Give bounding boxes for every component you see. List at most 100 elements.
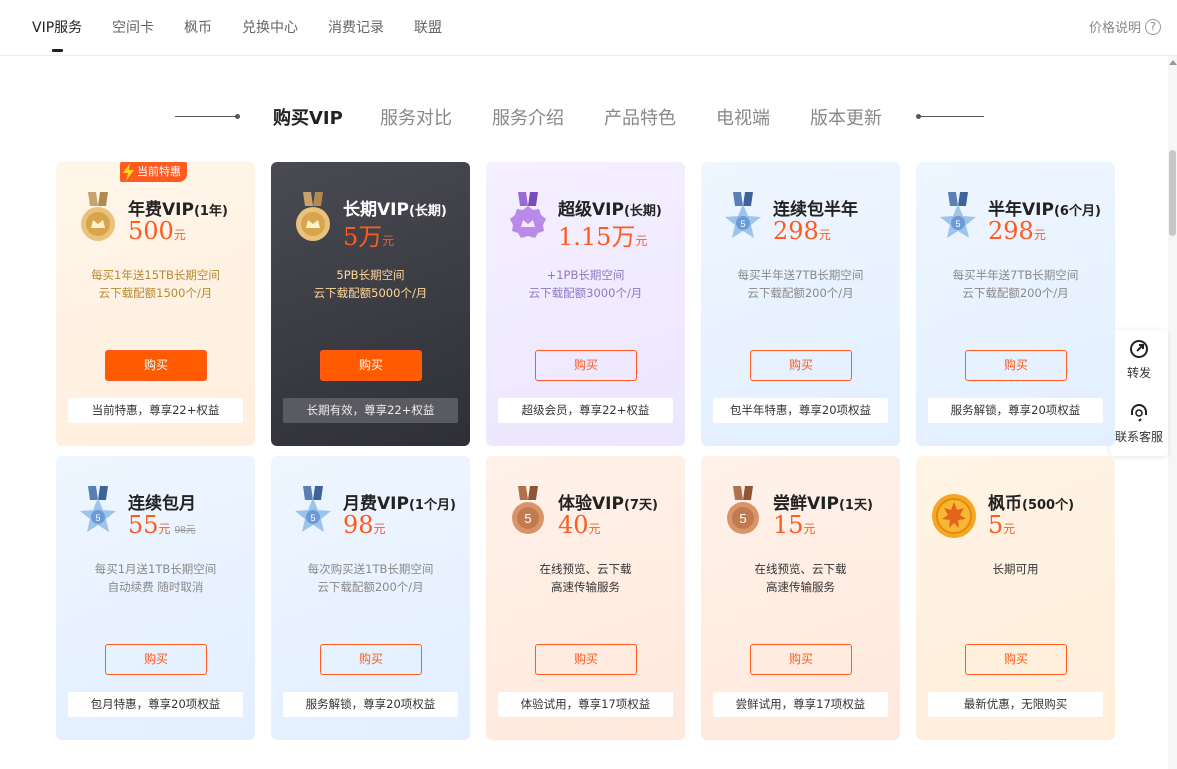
section-tv[interactable]: 电视端 bbox=[716, 104, 770, 130]
description-line: 云下载配额200个/月 bbox=[747, 286, 854, 300]
bronze-medal-icon: 5 bbox=[508, 486, 548, 538]
buy-button[interactable]: 购买 bbox=[750, 350, 852, 381]
plan-duration: (6个月) bbox=[1053, 204, 1101, 219]
price-unit: 元 bbox=[803, 522, 816, 536]
customer-service-button[interactable]: 联系客服 bbox=[1110, 402, 1168, 445]
buy-button[interactable]: 购买 bbox=[320, 350, 422, 381]
plan-price: 40元 bbox=[558, 511, 601, 539]
blue-star-medal-icon: 5 bbox=[723, 192, 763, 244]
price-help-label: 价格说明 bbox=[1088, 21, 1141, 36]
plan-description: 在线预览、云下载 高速传输服务 bbox=[486, 560, 685, 596]
plan-price: 298元 bbox=[988, 217, 1046, 245]
tab-maple-coin[interactable]: 枫币 bbox=[184, 17, 212, 37]
svg-text:5: 5 bbox=[740, 219, 745, 229]
buy-button[interactable]: 购买 bbox=[750, 644, 852, 675]
tab-alliance[interactable]: 联盟 bbox=[414, 17, 442, 37]
price-help-link[interactable]: 价格说明 ? bbox=[1089, 17, 1161, 36]
description-line: 在线预览、云下载 bbox=[754, 562, 847, 576]
tab-space-card[interactable]: 空间卡 bbox=[112, 17, 154, 37]
blue-star-medal-icon: 5 bbox=[293, 486, 333, 538]
benefit-footer: 包月特惠，尊享20项权益 bbox=[68, 692, 243, 717]
description-line: 自动续费 随时取消 bbox=[107, 580, 204, 594]
description-line: 每买1年送15TB长期空间 bbox=[91, 268, 220, 282]
special-offer-tag: 当前特惠 bbox=[120, 162, 187, 182]
gold-crown-medal-icon bbox=[293, 192, 333, 244]
blue-star-medal-icon: 5 bbox=[78, 486, 118, 538]
buy-button[interactable]: 购买 bbox=[105, 350, 207, 381]
plan-price: 298元 bbox=[773, 217, 831, 245]
gold-medal-icon bbox=[78, 192, 118, 244]
buy-button[interactable]: 购买 bbox=[965, 350, 1067, 381]
section-intro[interactable]: 服务介绍 bbox=[492, 104, 564, 130]
divider-line bbox=[175, 116, 237, 117]
blue-star-medal-icon: 5 bbox=[938, 192, 978, 244]
svg-text:5: 5 bbox=[739, 511, 746, 526]
price-unit: 元 bbox=[1033, 228, 1046, 242]
tab-vip-service[interactable]: VIP服务 bbox=[32, 17, 82, 37]
bronze-medal-icon: 5 bbox=[723, 486, 763, 538]
buy-button[interactable]: 购买 bbox=[535, 350, 637, 381]
scrollbar[interactable] bbox=[1168, 56, 1177, 769]
benefit-footer: 服务解锁，尊享20项权益 bbox=[928, 398, 1103, 423]
section-features[interactable]: 产品特色 bbox=[604, 104, 676, 130]
plan-description: 每次购买送1TB长期空间 云下载配额200个/月 bbox=[271, 560, 470, 596]
buy-button[interactable]: 购买 bbox=[320, 644, 422, 675]
plan-duration: (长期) bbox=[408, 204, 447, 219]
benefit-footer: 服务解锁，尊享20项权益 bbox=[283, 692, 458, 717]
plan-price: 15元 bbox=[773, 511, 816, 539]
svg-text:5: 5 bbox=[524, 511, 531, 526]
svg-text:5: 5 bbox=[955, 219, 960, 229]
vip-card: 5 尝鲜VIP(1天) 15元 在线预览、云下载 高速传输服务 购买 尝鲜试用，… bbox=[701, 456, 900, 740]
description-line: 云下载配额1500个/月 bbox=[98, 286, 213, 300]
lightning-icon bbox=[123, 163, 134, 181]
buy-button[interactable]: 购买 bbox=[535, 644, 637, 675]
price-unit: 元 bbox=[373, 522, 386, 536]
svg-text:5: 5 bbox=[95, 513, 100, 523]
buy-button[interactable]: 购买 bbox=[105, 644, 207, 675]
description-line: 云下载配额200个/月 bbox=[962, 286, 1069, 300]
maple-coin-icon bbox=[930, 492, 978, 540]
vip-card: 当前特惠 年费VIP(1年) 500元 每买1年送15TB长期空间 云下载配额1… bbox=[56, 162, 255, 446]
section-nav: 购买VIP 服务对比 服务介绍 产品特色 电视端 版本更新 bbox=[0, 104, 1160, 130]
description-line: 每次购买送1TB长期空间 bbox=[307, 562, 434, 576]
section-compare[interactable]: 服务对比 bbox=[380, 104, 452, 130]
plan-description: 在线预览、云下载 高速传输服务 bbox=[701, 560, 900, 596]
description-line: +1PB长期空间 bbox=[546, 268, 625, 282]
plan-duration: (1天) bbox=[838, 498, 873, 513]
description-line: 长期可用 bbox=[992, 562, 1039, 576]
price-unit: 元 bbox=[818, 228, 831, 242]
description-line: 云下载配额200个/月 bbox=[317, 580, 424, 594]
scrollbar-thumb[interactable] bbox=[1169, 150, 1176, 236]
divider-dot bbox=[235, 114, 240, 119]
price-value: 500 bbox=[128, 217, 174, 245]
active-tab-indicator bbox=[52, 49, 63, 52]
scroll-up-arrow-icon[interactable] bbox=[1169, 60, 1177, 65]
floating-toolbar: 转发 联系客服 bbox=[1110, 330, 1168, 456]
vip-card: 枫币(500个) 5元 长期可用 购买 最新优惠，无限购买 bbox=[916, 456, 1115, 740]
price-value: 40 bbox=[558, 511, 589, 539]
benefit-footer: 长期有效，尊享22+权益 bbox=[283, 398, 458, 423]
plan-duration: (7天) bbox=[623, 498, 658, 513]
share-icon bbox=[1130, 340, 1148, 358]
description-line: 每买半年送7TB长期空间 bbox=[737, 268, 864, 282]
vip-card: 5 连续包月 55元 98元 每买1月送1TB长期空间 自动续费 随时取消 购买 … bbox=[56, 456, 255, 740]
buy-button[interactable]: 购买 bbox=[965, 644, 1067, 675]
question-icon: ? bbox=[1145, 18, 1161, 35]
tab-spending-record[interactable]: 消费记录 bbox=[328, 17, 384, 37]
share-button[interactable]: 转发 bbox=[1110, 338, 1168, 381]
share-label: 转发 bbox=[1126, 366, 1151, 380]
vip-card: 5 体验VIP(7天) 40元 在线预览、云下载 高速传输服务 购买 体验试用，… bbox=[486, 456, 685, 740]
purple-crown-medal-icon bbox=[508, 192, 548, 244]
benefit-footer: 最新优惠，无限购买 bbox=[928, 692, 1103, 717]
vip-card: 5 月费VIP(1个月) 98元 每次购买送1TB长期空间 云下载配额200个/… bbox=[271, 456, 470, 740]
section-changelog[interactable]: 版本更新 bbox=[810, 104, 882, 130]
plan-description: 每买半年送7TB长期空间 云下载配额200个/月 bbox=[916, 266, 1115, 302]
customer-service-label: 联系客服 bbox=[1114, 430, 1163, 444]
plan-description: 每买1月送1TB长期空间 自动续费 随时取消 bbox=[56, 560, 255, 596]
top-nav: VIP服务 空间卡 枫币 兑换中心 消费记录 联盟 价格说明 ? bbox=[0, 0, 1177, 56]
divider-line bbox=[918, 116, 984, 117]
description-line: 每买1月送1TB长期空间 bbox=[94, 562, 217, 576]
benefit-footer: 体验试用，尊享17项权益 bbox=[498, 692, 673, 717]
section-buy-vip[interactable]: 购买VIP bbox=[273, 104, 343, 130]
tab-exchange-center[interactable]: 兑换中心 bbox=[242, 17, 298, 37]
